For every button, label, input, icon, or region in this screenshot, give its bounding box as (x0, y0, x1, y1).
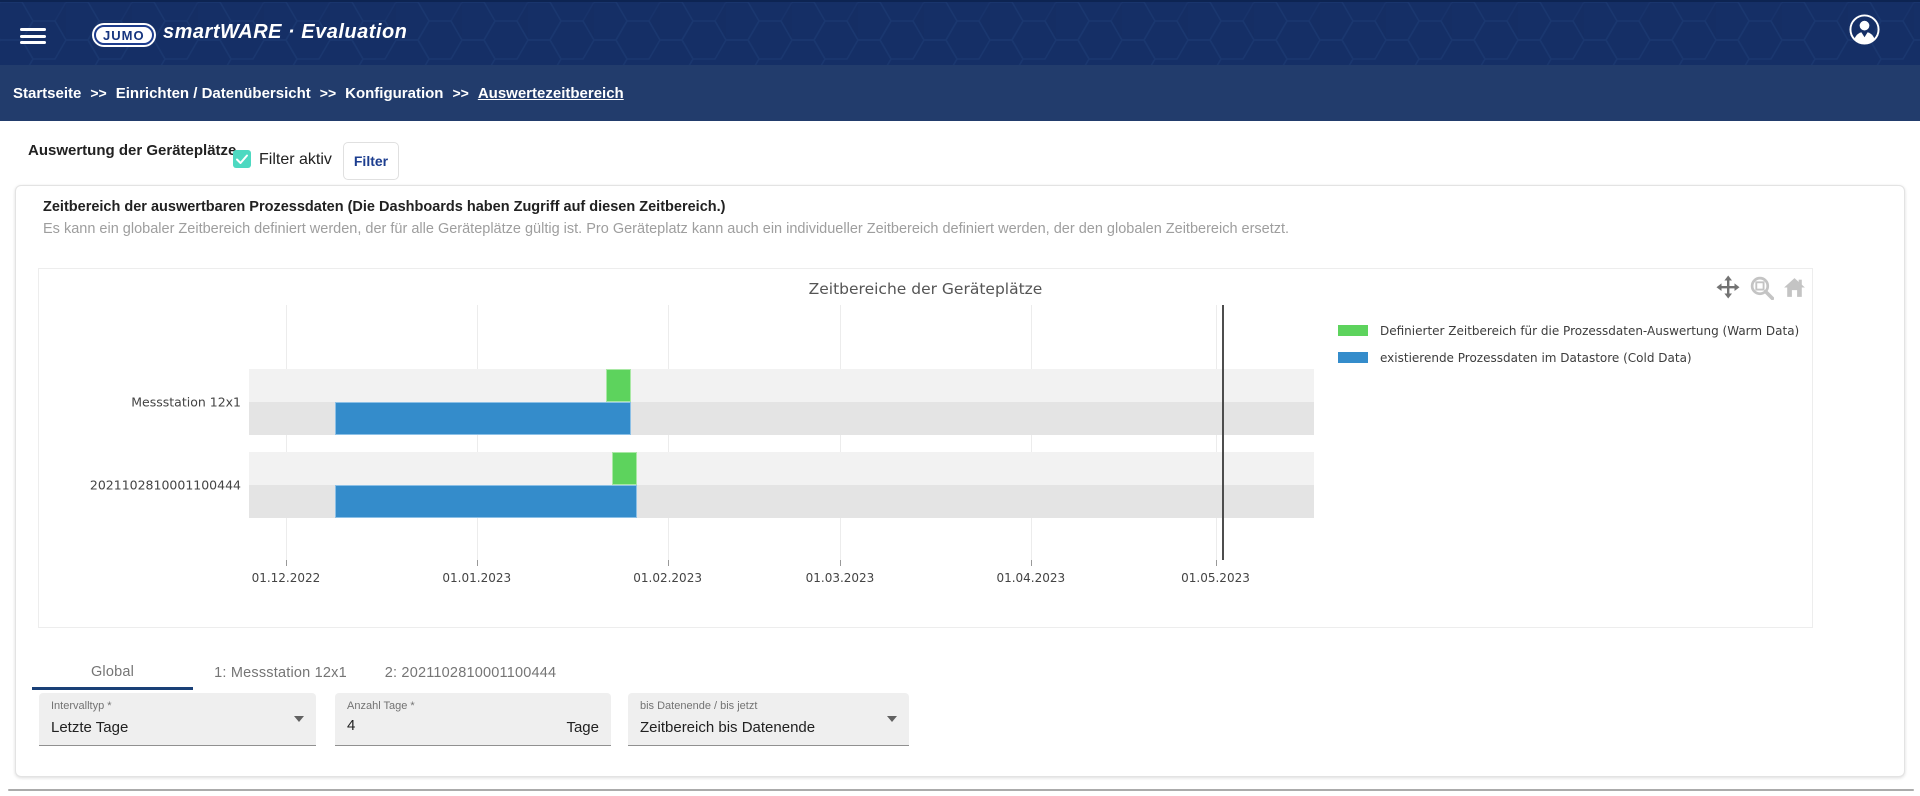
hamburger-menu-icon[interactable] (20, 28, 46, 44)
breadcrumb: Startseite >> Einrichten / Datenübersicht >… (0, 65, 1920, 121)
breadcrumb-item-1[interactable]: Startseite (13, 85, 81, 102)
chevron-down-icon (887, 716, 897, 722)
tab-device-1[interactable]: 1: Messstation 12x1 (193, 656, 368, 690)
app-header: JUMO smartWARE · Evaluation (0, 0, 1920, 65)
chart-title: Zeitbereiche der Geräteplätze (39, 280, 1812, 298)
field-selected-value: Zeitbereich bis Datenende (640, 719, 815, 736)
device-row-label: 2021102810001100444 (90, 478, 241, 493)
axis-tick-label: 01.05.2023 (1181, 571, 1250, 585)
user-avatar-icon[interactable] (1849, 14, 1880, 45)
field-label: Anzahl Tage * (347, 700, 415, 712)
legend-label: Definierter Zeitbereich für die Prozessd… (1380, 324, 1799, 338)
pan-icon[interactable] (1714, 274, 1742, 300)
axis-tick (1031, 560, 1032, 566)
axis-tick-label: 01.03.2023 (806, 571, 875, 585)
home-reset-icon[interactable] (1780, 274, 1808, 300)
axis-tick-label: 01.12.2022 (252, 571, 321, 585)
timeline-chart: Zeitbereiche der Geräteplätze (38, 268, 1813, 628)
axis-tick-label: 01.01.2023 (442, 571, 511, 585)
jumo-logo-text: JUMO (94, 25, 154, 45)
cold-swatch (1338, 352, 1368, 363)
bis-datenende-select[interactable]: bis Datenende / bis jetzt Zeitbereich bis… (628, 693, 909, 746)
current-date-line (1222, 305, 1224, 560)
checkmark-icon (233, 150, 251, 168)
legend-item-warm[interactable]: Definierter Zeitbereich für die Prozessd… (1338, 317, 1799, 344)
legend-item-cold[interactable]: existierende Prozessdaten im Datastore (… (1338, 344, 1799, 371)
time-range-panel: Zeitbereich der auswertbaren Prozessdate… (15, 185, 1905, 777)
warm-data-bar (606, 369, 631, 402)
panel-subheading: Es kann ein globaler Zeitbereich definie… (43, 221, 1289, 237)
bottom-divider (8, 789, 1914, 791)
chevron-down-icon (294, 716, 304, 722)
tab-global[interactable]: Global (32, 656, 193, 690)
cold-data-bar (335, 485, 637, 518)
axis-tick (668, 560, 669, 566)
field-suffix: Tage (566, 719, 599, 736)
filter-active-checkbox[interactable] (233, 150, 251, 168)
breadcrumb-separator: >> (452, 85, 468, 101)
axis-tick (286, 560, 287, 566)
cold-data-bar (335, 402, 630, 435)
field-selected-value: Letzte Tage (51, 719, 128, 736)
box-zoom-icon[interactable] (1747, 274, 1775, 300)
anzahl-tage-input[interactable]: Anzahl Tage * Tage (335, 693, 611, 746)
breadcrumb-separator: >> (90, 85, 106, 101)
breadcrumb-item-2[interactable]: Einrichten / Datenübersicht (116, 85, 311, 102)
axis-tick (1216, 560, 1217, 566)
warm-swatch (1338, 325, 1368, 336)
axis-tick-label: 01.02.2023 (633, 571, 702, 585)
warm-track (249, 452, 1314, 485)
panel-heading: Zeitbereich der auswertbaren Prozessdate… (43, 199, 725, 215)
axis-tick (840, 560, 841, 566)
app-root: JUMO smartWARE · Evaluation Startseite >>… (0, 0, 1920, 796)
axis-tick-label: 01.04.2023 (996, 571, 1065, 585)
product-title: smartWARE · Evaluation (163, 21, 407, 44)
anzahl-tage-value-input[interactable] (347, 717, 540, 734)
axis-tick (477, 560, 478, 566)
field-label: Intervalltyp * (51, 700, 112, 712)
breadcrumb-separator: >> (320, 85, 336, 101)
field-label: bis Datenende / bis jetzt (640, 700, 757, 712)
breadcrumb-item-4[interactable]: Auswertezeitbereich (478, 85, 624, 102)
warm-data-bar (612, 452, 637, 485)
breadcrumb-item-3[interactable]: Konfiguration (345, 85, 443, 102)
jumo-logo: JUMO (92, 23, 156, 47)
legend-label: existierende Prozessdaten im Datastore (… (1380, 351, 1692, 365)
page-title: Auswertung der Geräteplätze (28, 142, 236, 159)
chart-plot-area: 01.12.202201.01.202301.02.202301.03.2023… (249, 305, 1314, 560)
intervalltyp-select[interactable]: Intervalltyp * Letzte Tage (39, 693, 316, 746)
chart-legend: Definierter Zeitbereich für die Prozessd… (1338, 317, 1799, 371)
device-row-label: Messstation 12x1 (131, 395, 241, 410)
device-tabs: Global1: Messstation 12x12: 202110281000… (32, 656, 573, 690)
filter-button[interactable]: Filter (343, 142, 399, 180)
filter-active-label: Filter aktiv (259, 151, 332, 169)
chart-toolbar (1714, 274, 1808, 300)
tab-device-2[interactable]: 2: 2021102810001100444 (368, 656, 573, 690)
warm-track (249, 369, 1314, 402)
